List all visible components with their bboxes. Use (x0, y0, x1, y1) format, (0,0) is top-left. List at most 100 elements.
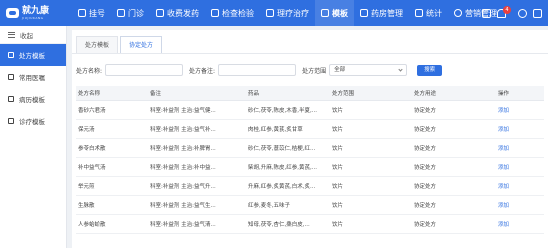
cell-note: 科室:补益剂 主治:益气升... (148, 176, 246, 196)
note-filter-input[interactable] (218, 64, 297, 76)
nav-therapy[interactable]: 理疗治疗 (260, 0, 315, 26)
sidebar-collapse-button[interactable]: 收起 (0, 26, 66, 44)
tab-bar: 处方模板 协定处方 (72, 30, 548, 54)
cell-name: 保元汤 (76, 119, 148, 139)
fullscreen-icon[interactable] (482, 8, 491, 18)
cell-scope: 饮片 (330, 100, 412, 120)
settings-icon[interactable] (533, 8, 542, 18)
name-filter-input[interactable] (105, 64, 184, 76)
nav-statistics[interactable]: 统计 (409, 0, 448, 26)
scope-filter-label: 处方范围 (302, 67, 327, 75)
cell-usage: 协定处方 (412, 157, 496, 177)
table-row: 人参蛤蚧散 科室:补益剂 主治:益气清... 知母,茯苓,杏仁,桑白皮,... … (76, 214, 544, 234)
add-link[interactable]: 添加 (496, 138, 544, 158)
sidebar-item-medical-record-template[interactable]: 病历模板 (0, 88, 66, 110)
prescription-table: 处方名称 备注 药品 处方范围 处方用途 操作 香砂六君汤 科室:补益剂 主治:… (76, 86, 544, 234)
table-row: 保元汤 科室:补益剂 主治:益气补... 肉桂,红参,黄芪,炙甘草 饮片 协定处… (76, 119, 544, 139)
table-row: 生脉散 科室:补益剂 主治:益气生... 红参,麦冬,五味子 饮片 协定处方 添… (76, 195, 544, 215)
therapy-icon (266, 9, 274, 17)
sidebar: 收起 处方模板 常用医嘱 病历模板 诊疗模板 (0, 26, 67, 248)
sidebar-item-treatment-template[interactable]: 诊疗模板 (0, 110, 66, 132)
nav-templates[interactable]: 模板 (315, 0, 354, 26)
table-header-row: 处方名称 备注 药品 处方范围 处方用途 操作 (76, 86, 544, 101)
registration-icon (78, 9, 86, 17)
logo-icon (6, 8, 19, 18)
cell-usage: 协定处方 (412, 214, 496, 234)
note-filter-label: 处方备注: (189, 67, 216, 75)
cell-note: 科室:补益剂 主治:益气清... (148, 214, 246, 234)
template-icon (321, 9, 329, 17)
tab-prescription-template[interactable]: 处方模板 (76, 36, 119, 53)
cell-note: 科室:补益剂 主治:益气补... (148, 119, 246, 139)
add-link[interactable]: 添加 (496, 214, 544, 234)
marketing-icon (454, 9, 462, 17)
nav-pharmacy[interactable]: 药房管理 (354, 0, 409, 26)
table-row: 参苓白术散 科室:补益剂 主治:补脾胃... 砂仁,茯苓,薏苡仁,桔梗,红...… (76, 138, 544, 158)
nav-registration[interactable]: 挂号 (72, 0, 111, 26)
cell-scope: 饮片 (330, 195, 412, 215)
cell-note: 科室:补益剂 主治:补中益... (148, 157, 246, 177)
table-row: 香砂六君汤 科室:补益剂 主治:益气健... 砂仁,茯苓,陈皮,木香,半夏,..… (76, 100, 544, 120)
cell-scope: 饮片 (330, 119, 412, 139)
column-header: 处方用途 (412, 86, 496, 101)
cell-usage: 协定处方 (412, 138, 496, 158)
column-header: 备注 (148, 86, 246, 101)
table-row: 举元煎 科室:补益剂 主治:益气升... 升麻,红参,炙黄芪,白术,炙... 饮… (76, 176, 544, 196)
main-nav: 挂号 门诊 收费发药 检查检验 理疗治疗 模板 药房管理 统计 营销管理 (72, 0, 503, 26)
add-link[interactable]: 添加 (496, 157, 544, 177)
billing-icon (156, 9, 164, 17)
cell-note: 科室:补益剂 主治:益气生... (148, 195, 246, 215)
cell-name: 香砂六君汤 (76, 100, 148, 120)
tab-agreed-prescription[interactable]: 协定处方 (120, 36, 163, 53)
main-content: 处方模板 协定处方 处方名称: 处方备注: 处方范围 全部 搜索 处方名称 备注… (72, 30, 548, 248)
scope-select[interactable]: 全部 (329, 64, 408, 76)
document-icon (8, 96, 14, 102)
cell-drugs: 砂仁,茯苓,薏苡仁,桔梗,红... (246, 138, 330, 158)
outpatient-icon (117, 9, 125, 17)
menu-icon (8, 31, 15, 38)
app-tagline: JIUJIUKANG (22, 15, 44, 20)
sidebar-item-prescription-template[interactable]: 处方模板 (0, 44, 66, 66)
add-link[interactable]: 添加 (496, 100, 544, 120)
column-header: 药品 (246, 86, 330, 101)
cell-usage: 协定处方 (412, 176, 496, 196)
add-link[interactable]: 添加 (496, 195, 544, 215)
document-icon (8, 52, 14, 58)
pharmacy-icon (360, 9, 368, 17)
cell-usage: 协定处方 (412, 100, 496, 120)
exam-icon (211, 9, 219, 17)
cell-drugs: 红参,麦冬,五味子 (246, 195, 330, 215)
cell-drugs: 知母,茯苓,杏仁,桑白皮,... (246, 214, 330, 234)
cell-drugs: 砂仁,茯苓,陈皮,木香,半夏,... (246, 100, 330, 120)
notification-badge: 4 (503, 5, 511, 14)
header-actions: 4 (476, 0, 542, 26)
cell-scope: 饮片 (330, 214, 412, 234)
scope-select-value: 全部 (334, 67, 346, 73)
name-filter-label: 处方名称: (76, 67, 103, 75)
column-header: 处方范围 (330, 86, 412, 101)
add-link[interactable]: 添加 (496, 119, 544, 139)
cell-drugs: 肉桂,红参,黄芪,炙甘草 (246, 119, 330, 139)
search-button[interactable]: 搜索 (417, 64, 443, 76)
sidebar-item-common-orders[interactable]: 常用医嘱 (0, 66, 66, 88)
nav-outpatient[interactable]: 门诊 (111, 0, 150, 26)
add-link[interactable]: 添加 (496, 176, 544, 196)
cell-usage: 协定处方 (412, 195, 496, 215)
user-avatar-icon[interactable] (518, 8, 527, 18)
app-name: 就九康 (22, 5, 50, 16)
column-header: 操作 (496, 86, 544, 101)
document-icon (8, 118, 14, 124)
cell-name: 生脉散 (76, 195, 148, 215)
bell-icon[interactable]: 4 (497, 5, 511, 18)
cell-name: 举元煎 (76, 176, 148, 196)
document-icon (8, 74, 14, 80)
cell-usage: 协定处方 (412, 119, 496, 139)
cell-name: 补中益气汤 (76, 157, 148, 177)
cell-scope: 饮片 (330, 157, 412, 177)
nav-billing[interactable]: 收费发药 (150, 0, 205, 26)
column-header: 处方名称 (76, 86, 148, 101)
nav-exam[interactable]: 检查检验 (205, 0, 260, 26)
statistics-icon (415, 9, 423, 17)
cell-note: 科室:补益剂 主治:补脾胃... (148, 138, 246, 158)
top-nav-bar: 就九康 JIUJIUKANG 挂号 门诊 收费发药 检查检验 理疗治疗 模板 药… (0, 0, 548, 26)
